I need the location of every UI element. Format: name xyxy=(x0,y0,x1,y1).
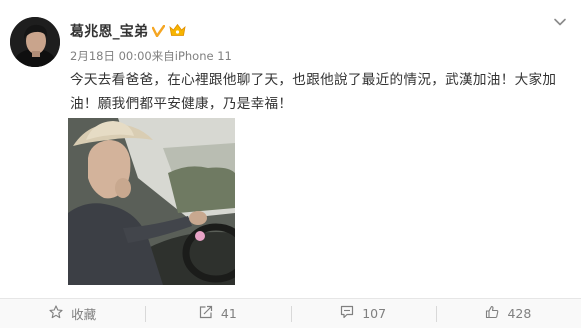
repost-count: 41 xyxy=(220,306,237,321)
comment-icon xyxy=(340,305,354,322)
repost-icon xyxy=(199,305,213,322)
comment-button[interactable]: 107 xyxy=(290,299,436,328)
post-date[interactable]: 2月18日 00:00 xyxy=(70,48,152,64)
post-text: 今天去看爸爸，在心裡跟他聊了天，也跟他說了最近的情況，武漢加油！大家加油！願我們… xyxy=(70,72,557,112)
post-meta: 2月18日 00:00 来自 iPhone 11 xyxy=(70,48,232,64)
avatar[interactable] xyxy=(10,17,60,67)
author-row: 葛兆恩_宝弟 xyxy=(70,21,186,41)
like-count: 428 xyxy=(507,306,532,321)
repost-button[interactable]: 41 xyxy=(145,299,290,328)
favorite-button[interactable]: 收藏 xyxy=(0,299,145,328)
like-icon xyxy=(485,305,499,322)
post-photo[interactable] xyxy=(68,118,235,285)
comment-count: 107 xyxy=(362,306,387,321)
action-bar: 收藏 41 107 428 xyxy=(0,298,581,328)
weibo-post-card: 葛兆恩_宝弟 2月18日 00:00 来自 iPhone 11 今天去看爸爸，在… xyxy=(0,0,581,328)
vip-icon[interactable] xyxy=(169,22,186,41)
post-source: iPhone 11 xyxy=(174,49,232,63)
like-button[interactable]: 428 xyxy=(435,299,581,328)
username[interactable]: 葛兆恩_宝弟 xyxy=(70,21,148,41)
chevron-down-icon[interactable] xyxy=(552,14,568,30)
favorite-label: 收藏 xyxy=(71,307,97,322)
verified-icon xyxy=(152,22,166,41)
source-prefix: 来自 xyxy=(151,49,175,63)
star-icon xyxy=(49,305,63,322)
